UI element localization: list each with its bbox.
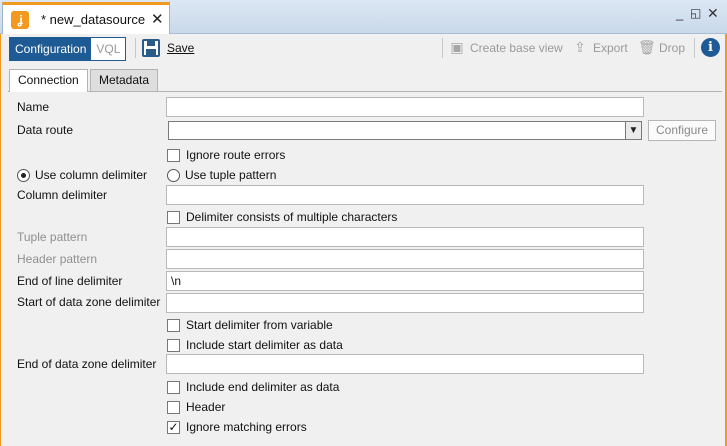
create-base-view-button[interactable]: Create base view bbox=[470, 41, 563, 55]
save-button[interactable]: Save bbox=[167, 41, 194, 55]
toolbar: Configuration VQL Save ▣ Create base vie… bbox=[1, 34, 725, 64]
radio-button[interactable] bbox=[17, 168, 30, 182]
radio-button[interactable] bbox=[167, 168, 180, 182]
end-zone-field[interactable] bbox=[166, 354, 644, 374]
start-from-variable-checkbox[interactable]: Start delimiter from variable bbox=[167, 317, 333, 333]
start-zone-label: Start of data zone delimiter bbox=[17, 295, 161, 309]
toolbar-separator bbox=[694, 38, 695, 58]
checkbox-label: Ignore route errors bbox=[186, 148, 286, 162]
document-tab-bar: ʝ * new_datasource ✕ _ ◱ ✕ bbox=[0, 0, 727, 34]
ignore-route-errors-checkbox[interactable]: Ignore route errors bbox=[167, 147, 285, 163]
include-end-checkbox[interactable]: Include end delimiter as data bbox=[167, 379, 339, 395]
end-zone-label: End of data zone delimiter bbox=[17, 357, 157, 371]
toolbar-separator bbox=[135, 38, 136, 58]
toolbar-separator bbox=[442, 38, 443, 58]
column-delimiter-field[interactable] bbox=[166, 185, 644, 205]
end-of-line-label: End of line delimiter bbox=[17, 274, 123, 288]
close-window-icon[interactable]: ✕ bbox=[707, 5, 719, 22]
header-pattern-label: Header pattern bbox=[17, 252, 98, 266]
use-tuple-pattern-radio[interactable]: Use tuple pattern bbox=[167, 167, 276, 183]
checkbox-box[interactable] bbox=[167, 380, 180, 394]
data-route-select[interactable]: ▼ bbox=[168, 121, 642, 140]
tab-connection[interactable]: Connection bbox=[9, 69, 88, 92]
close-tab-icon[interactable]: ✕ bbox=[151, 10, 164, 28]
ignore-matching-errors-checkbox[interactable]: ✓ Ignore matching errors bbox=[167, 419, 307, 435]
checkbox-box[interactable] bbox=[167, 338, 180, 352]
export-button[interactable]: Export bbox=[593, 41, 628, 55]
checkbox-label: Ignore matching errors bbox=[186, 420, 307, 434]
drop-button[interactable]: Drop bbox=[659, 41, 685, 55]
tuple-pattern-label: Tuple pattern bbox=[17, 230, 88, 244]
checkbox-box[interactable] bbox=[167, 400, 180, 414]
configuration-mode-button[interactable]: Configuration bbox=[10, 38, 92, 60]
data-route-label: Data route bbox=[17, 123, 74, 137]
multi-char-delimiter-checkbox[interactable]: Delimiter consists of multiple character… bbox=[167, 209, 397, 225]
tab-metadata[interactable]: Metadata bbox=[90, 69, 159, 91]
save-icon[interactable] bbox=[142, 39, 160, 57]
minimize-icon[interactable]: _ bbox=[676, 6, 683, 21]
denodo-icon: ʝ bbox=[11, 11, 29, 29]
restore-icon[interactable]: ◱ bbox=[690, 6, 701, 20]
radio-label: Use tuple pattern bbox=[185, 168, 277, 182]
checkbox-label: Header bbox=[186, 400, 226, 414]
name-field[interactable] bbox=[166, 97, 644, 117]
trash-icon: 🗑 bbox=[638, 39, 656, 55]
vql-mode-button[interactable]: VQL bbox=[91, 38, 126, 60]
name-label: Name bbox=[17, 100, 50, 114]
checkbox-label: Start delimiter from variable bbox=[186, 318, 333, 332]
editor-panel: Configuration VQL Save ▣ Create base vie… bbox=[0, 34, 727, 446]
checkbox-box[interactable] bbox=[167, 318, 180, 332]
header-pattern-field[interactable] bbox=[166, 249, 644, 269]
tuple-pattern-field[interactable] bbox=[166, 227, 644, 247]
configure-button[interactable]: Configure bbox=[648, 120, 716, 141]
check-icon[interactable]: ✓ bbox=[167, 420, 180, 434]
connection-form: Name Data route ▼ Configure Ignore route… bbox=[8, 91, 722, 446]
include-start-checkbox[interactable]: Include start delimiter as data bbox=[167, 337, 343, 353]
info-icon[interactable]: i bbox=[701, 38, 720, 57]
use-column-delimiter-radio[interactable]: Use column delimiter bbox=[17, 167, 147, 183]
radio-label: Use column delimiter bbox=[35, 168, 148, 182]
mode-toggle: Configuration VQL bbox=[9, 37, 127, 61]
start-zone-field[interactable] bbox=[166, 293, 644, 313]
checkbox-box[interactable] bbox=[167, 210, 180, 224]
document-tab[interactable]: ʝ * new_datasource ✕ bbox=[2, 2, 170, 34]
checkbox-label: Delimiter consists of multiple character… bbox=[186, 210, 398, 224]
document-tab-title: * new_datasource bbox=[41, 12, 146, 27]
checkbox-box[interactable] bbox=[167, 148, 180, 162]
chevron-down-icon[interactable]: ▼ bbox=[625, 122, 641, 139]
checkbox-label: Include end delimiter as data bbox=[186, 380, 340, 394]
column-delimiter-label: Column delimiter bbox=[17, 188, 108, 202]
header-checkbox[interactable]: Header bbox=[167, 399, 225, 415]
export-icon: ⇪ bbox=[574, 39, 586, 55]
create-base-view-icon: ▣ bbox=[450, 39, 464, 55]
checkbox-label: Include start delimiter as data bbox=[186, 338, 343, 352]
end-of-line-field[interactable]: \n bbox=[166, 271, 644, 291]
